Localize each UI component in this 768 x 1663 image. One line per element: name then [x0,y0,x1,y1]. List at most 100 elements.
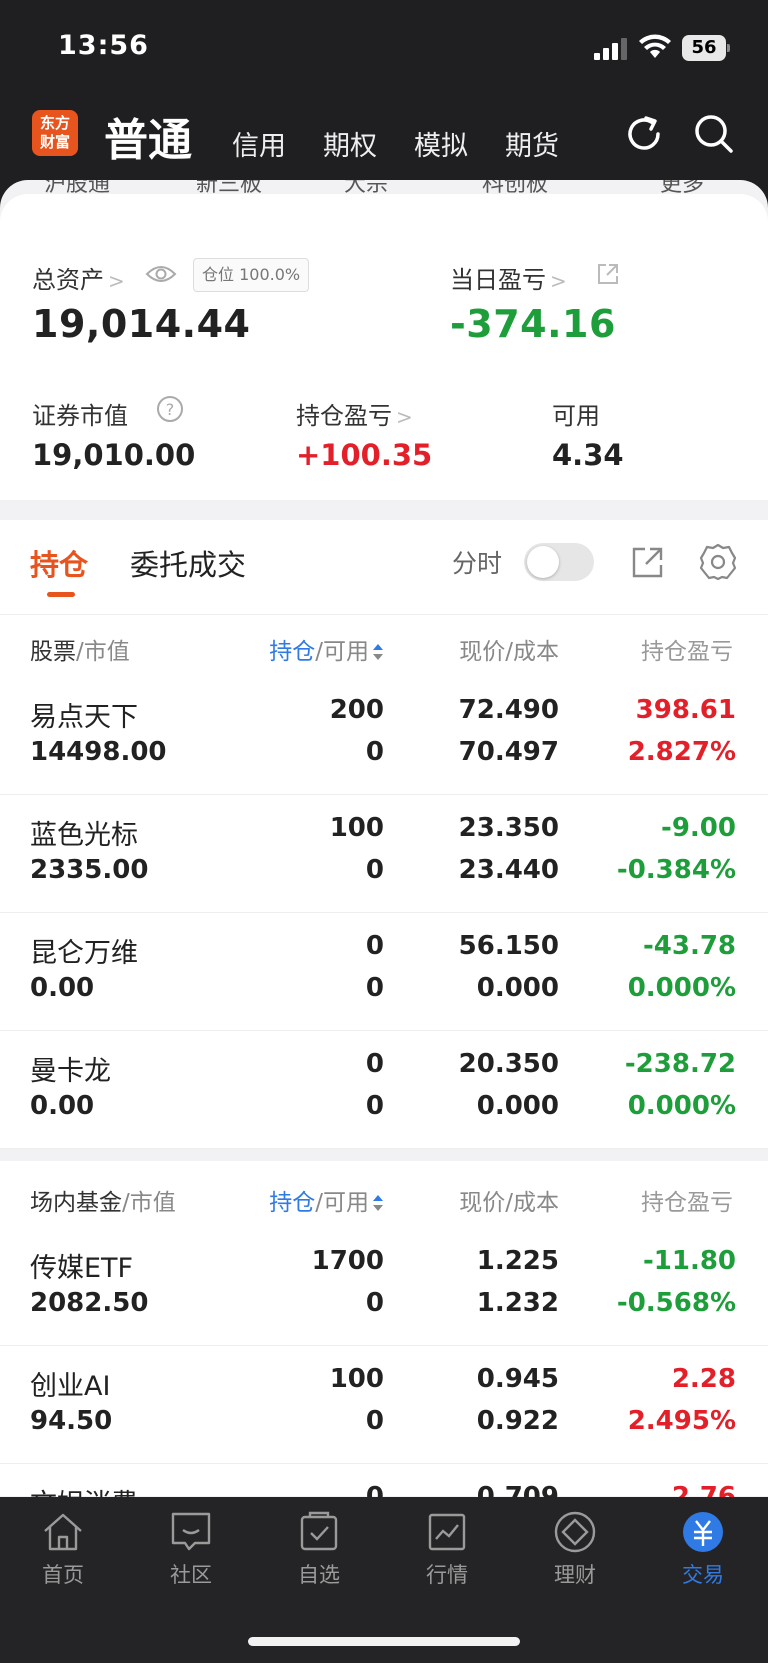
fund-row[interactable]: 创业AI 94.50 100 0 0.945 0.922 2.28 2.495% [0,1346,768,1464]
holding-pl-pct: 0.000% [627,973,736,1003]
app-logo: 东方 财富 [32,110,78,156]
stock-row[interactable]: 曼卡龙 0.00 0 0 20.350 0.000 -238.72 0.000% [0,1031,768,1149]
tab-holdings[interactable]: 持仓 [30,542,88,584]
market-icon [428,1513,466,1551]
available-qty: 0 [365,1406,384,1436]
wealth-icon [554,1511,596,1553]
sort-fund-holdings-button[interactable]: 持仓/可用 [269,1183,384,1217]
search-icon[interactable] [692,112,736,156]
cost-price: 1.232 [476,1288,559,1318]
holding-pl-pct: 2.495% [627,1406,736,1436]
fund-row[interactable]: 传媒ETF 2082.50 1700 0 1.225 1.232 -11.80 -0.568% [0,1228,768,1346]
holding-pl: -238.72 [624,1049,736,1079]
main-content: 沪股通 新三板 大宗 科创板 更多 总资产 > 仓位 100.0% 19,014.… [0,180,768,1497]
market-value: 14498.00 [30,737,167,767]
position-ratio-badge: 仓位 100.0% [193,258,310,292]
holding-qty: 0 [365,931,384,961]
sub-tab-peek: 沪股通 新三板 大宗 科创板 更多 [44,180,705,197]
wifi-icon [639,34,671,58]
stock-row[interactable]: 昆仑万维 0.00 0 0 56.150 0.000 -43.78 0.000% [0,913,768,1031]
nav-community[interactable]: 社区 [136,1509,246,1599]
svg-text:?: ? [166,400,175,419]
nav-watchlist[interactable]: 自选 [264,1509,374,1599]
holding-pl-pct: -0.384% [616,855,736,885]
cost-price: 23.440 [458,855,559,885]
current-price: 72.490 [458,695,559,725]
status-bar: 13:56 56 [0,0,768,96]
holding-pl: -9.00 [661,813,736,843]
home-icon [44,1513,82,1551]
share-icon[interactable] [596,262,620,286]
available-value: 4.34 [552,438,624,472]
nav-market[interactable]: 行情 [392,1509,502,1599]
current-price: 23.350 [458,813,559,843]
holding-qty: 0 [365,1049,384,1079]
bottom-tab-bar: 首页 社区 自选 行情 理财 交易 [0,1497,768,1663]
refresh-icon[interactable] [622,112,666,156]
current-price: 56.150 [458,931,559,961]
holding-pl-pct: 2.827% [627,737,736,767]
holding-qty: 100 [329,1364,384,1394]
available-qty: 0 [365,1288,384,1318]
nav-home[interactable]: 首页 [8,1509,118,1599]
battery-icon: 56 [682,35,730,61]
eye-icon[interactable] [145,262,177,286]
available-qty: 0 [365,737,384,767]
home-indicator[interactable] [248,1637,520,1646]
daily-pl-label[interactable]: 当日盈亏 > [450,260,567,295]
security-name: 曼卡龙 [30,1056,111,1087]
tab-futures[interactable]: 期货 [505,124,559,163]
stocks-header: 股票/市值 持仓/可用 现价/成本 持仓盈亏 [0,615,768,677]
active-tab-indicator [47,592,75,597]
security-name: 易点天下 [30,702,138,733]
cellular-signal-icon [594,38,627,60]
sort-icon [373,644,383,660]
available-qty: 0 [365,973,384,1003]
fund-row[interactable]: 文娱消费 0 0.709 2.76 [0,1464,768,1497]
sort-icon [373,1195,383,1211]
holding-pl-pct: -0.568% [616,1288,736,1318]
holding-qty: 1700 [311,1246,384,1276]
holding-pl: -11.80 [642,1246,736,1276]
available-qty: 0 [365,855,384,885]
total-assets-label[interactable]: 总资产 > [32,260,125,295]
holding-qty: 0 [365,1482,384,1497]
market-value: 19,010.00 [32,438,196,472]
sort-holdings-button[interactable]: 持仓/可用 [269,632,384,666]
available-label: 可用 [552,402,600,430]
holding-pl-label[interactable]: 持仓盈亏 > [296,396,413,431]
current-price: 1.225 [476,1246,559,1276]
cost-price: 0.000 [476,973,559,1003]
cost-price: 0.922 [476,1406,559,1436]
trade-icon [683,1512,723,1552]
holding-pl: -43.78 [642,931,736,961]
positions-panel: 持仓 委托成交 分时 股票/市值 持仓/可用 现价/成本 持仓盈亏 易点天下 14… [0,520,768,1497]
nav-wealth[interactable]: 理财 [520,1509,630,1599]
holding-pl: 2.76 [671,1482,736,1497]
current-price: 20.350 [458,1049,559,1079]
intraday-label: 分时 [452,549,503,578]
stock-row[interactable]: 蓝色光标 2335.00 100 0 23.350 23.440 -9.00 -0.384% [0,795,768,913]
intraday-toggle[interactable] [524,543,594,581]
watchlist-icon [300,1511,338,1551]
nav-trade[interactable]: 交易 [648,1509,758,1599]
export-icon[interactable] [628,542,668,582]
available-qty: 0 [365,1091,384,1121]
holding-qty: 100 [329,813,384,843]
tab-credit[interactable]: 信用 [232,124,286,163]
tab-simulation[interactable]: 模拟 [414,124,468,163]
stock-row[interactable]: 易点天下 14498.00 200 0 72.490 70.497 398.61 2.827% [0,677,768,795]
market-value: 0.00 [30,1091,95,1121]
account-summary: 总资产 > 仓位 100.0% 19,014.44 当日盈亏 > -374.16 证… [0,224,768,500]
market-value-label: 证券市值 [32,402,128,430]
settings-gear-icon[interactable] [698,542,738,582]
current-price: 0.709 [476,1482,559,1497]
tab-options[interactable]: 期权 [323,124,377,163]
daily-pl-value: -374.16 [450,302,616,346]
status-time: 13:56 [58,30,149,61]
holding-pl-value: +100.35 [296,438,433,472]
help-icon[interactable]: ? [156,395,184,423]
tab-normal[interactable]: 普通 [104,104,192,168]
market-value: 2082.50 [30,1288,149,1318]
tab-orders[interactable]: 委托成交 [130,542,246,584]
